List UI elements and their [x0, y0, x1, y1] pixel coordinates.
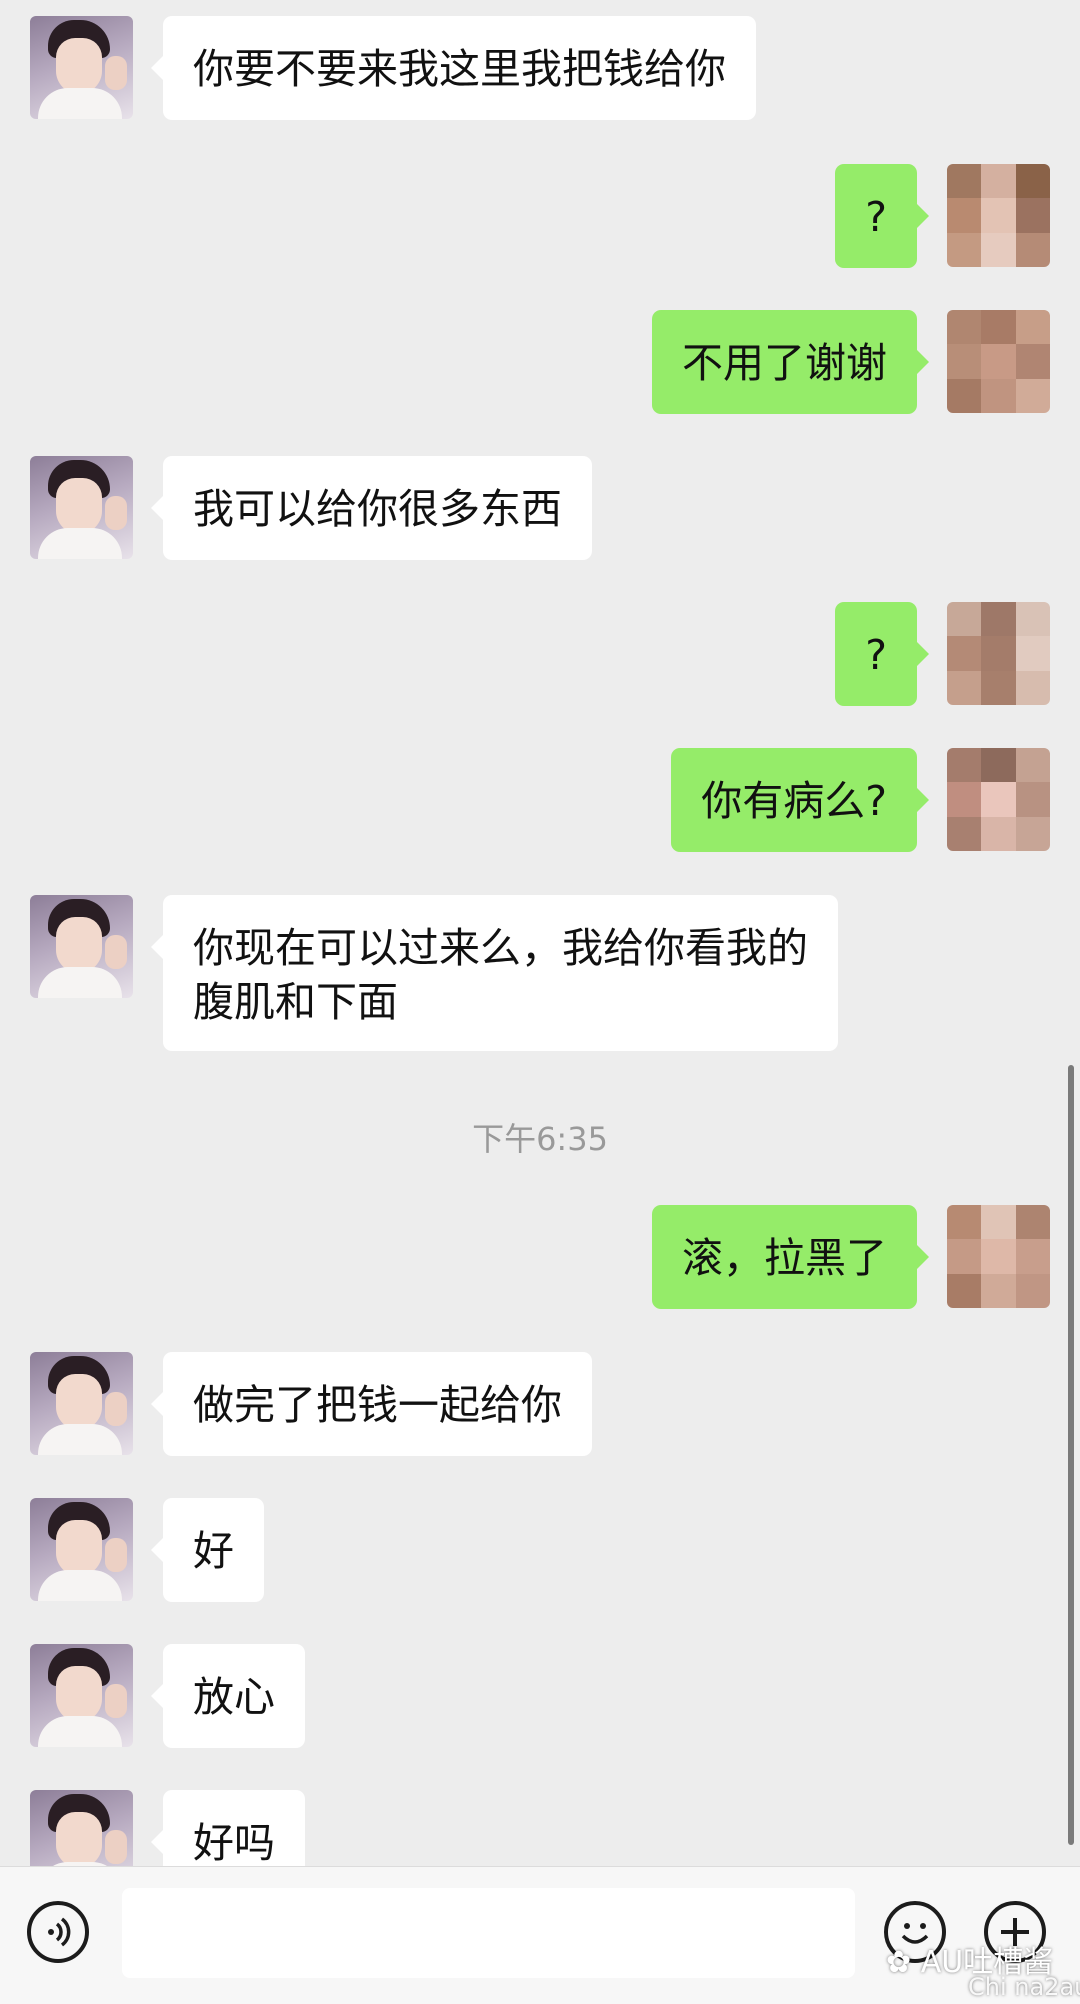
message-row-received: 好 [0, 1498, 1080, 1602]
message-bubble-received[interactable]: 我可以给你很多东西 [151, 456, 592, 560]
message-bubble-received[interactable]: 你要不要来我这里我把钱给你 [151, 16, 756, 120]
message-row-received: 我可以给你很多东西 [0, 456, 1080, 560]
chat-area[interactable]: 你要不要来我这里我把钱给你 ? 不用了谢谢 我可以给你很多东西 ? 你有病么? … [0, 0, 1080, 1866]
message-bubble-received[interactable]: 好 [151, 1498, 264, 1602]
contact-avatar[interactable] [30, 1644, 133, 1747]
watermark-sub: Chi na2au [968, 1973, 1080, 2001]
user-avatar[interactable] [947, 748, 1050, 851]
wechat-logo-icon: ✿ [886, 1945, 912, 1980]
voice-icon [48, 1917, 71, 1947]
message-row-received: 你要不要来我这里我把钱给你 [0, 16, 1080, 120]
message-row-received: 好吗 [0, 1790, 1080, 1866]
message-row-received: 你现在可以过来么，我给你看我的 腹肌和下面 [0, 895, 1080, 1051]
contact-avatar[interactable] [30, 456, 133, 559]
message-row-sent: ? [0, 164, 1080, 268]
contact-avatar[interactable] [30, 1790, 133, 1866]
message-bubble-sent[interactable]: 滚，拉黑了 [652, 1205, 929, 1309]
voice-button[interactable] [27, 1901, 89, 1963]
message-row-received: 做完了把钱一起给你 [0, 1352, 1080, 1456]
message-row-sent: 不用了谢谢 [0, 310, 1080, 414]
message-bubble-received[interactable]: 你现在可以过来么，我给你看我的 腹肌和下面 [151, 895, 838, 1051]
message-bubble-sent[interactable]: 不用了谢谢 [652, 310, 929, 414]
contact-avatar[interactable] [30, 1498, 133, 1601]
user-avatar[interactable] [947, 310, 1050, 413]
contact-avatar[interactable] [30, 895, 133, 998]
message-bubble-sent[interactable]: ? [835, 602, 929, 706]
message-row-received: 放心 [0, 1644, 1080, 1748]
message-bubble-sent[interactable]: ? [835, 164, 929, 268]
message-input[interactable] [122, 1888, 855, 1978]
user-avatar[interactable] [947, 602, 1050, 705]
timestamp: 下午6:35 [472, 1120, 608, 1158]
scrollbar[interactable] [1068, 1065, 1074, 1845]
message-bubble-sent[interactable]: 你有病么? [671, 748, 929, 852]
user-avatar[interactable] [947, 164, 1050, 267]
contact-avatar[interactable] [30, 16, 133, 119]
message-row-sent: 你有病么? [0, 748, 1080, 852]
message-bubble-received[interactable]: 好吗 [151, 1790, 305, 1866]
message-row-sent: ? [0, 602, 1080, 706]
message-row-sent: 滚，拉黑了 [0, 1205, 1080, 1309]
message-bubble-received[interactable]: 做完了把钱一起给你 [151, 1352, 592, 1456]
message-bubble-received[interactable]: 放心 [151, 1644, 305, 1748]
user-avatar[interactable] [947, 1205, 1050, 1308]
contact-avatar[interactable] [30, 1352, 133, 1455]
input-bar: ✿ AU吐槽酱 Chi na2au [0, 1866, 1080, 2004]
